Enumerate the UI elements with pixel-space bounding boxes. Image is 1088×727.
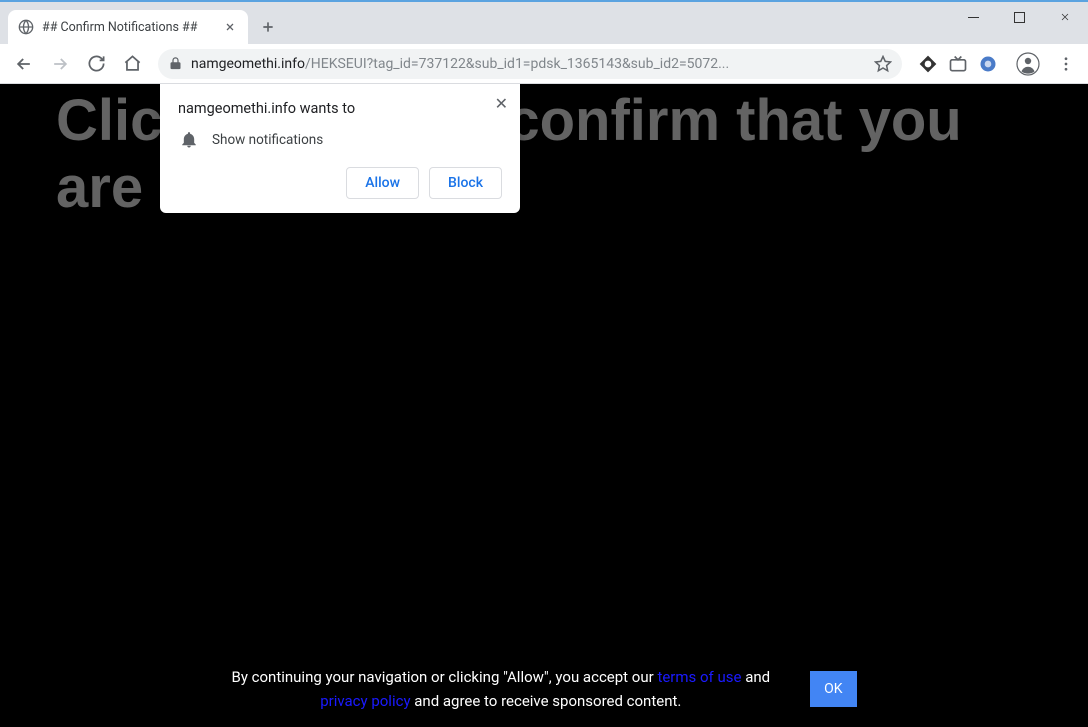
lock-icon [168,56,183,71]
extension-circle-icon[interactable] [978,54,998,74]
extension-icons [912,54,1004,74]
cookie-consent-bar: By continuing your navigation or clickin… [0,665,1088,713]
window-maximize-button[interactable] [996,2,1042,32]
profile-avatar-button[interactable] [1012,48,1044,80]
popup-title: namgeomethi.info wants to [178,100,502,117]
url-text: namgeomethi.info/HEKSEUI?tag_id=737122&s… [191,56,866,72]
tab-title: ## Confirm Notifications ## [42,20,214,35]
popup-close-icon[interactable]: ✕ [495,94,508,113]
kebab-menu-button[interactable] [1052,48,1080,80]
reload-button[interactable] [80,48,112,80]
new-tab-button[interactable] [254,13,282,41]
extension-diamond-icon[interactable] [918,54,938,74]
bell-icon [180,131,198,149]
notification-permission-popup: ✕ namgeomethi.info wants to Show notific… [160,84,520,213]
window-minimize-button[interactable] [950,2,996,32]
forward-button[interactable] [44,48,76,80]
address-bar[interactable]: namgeomethi.info/HEKSEUI?tag_id=737122&s… [158,49,902,79]
extension-tv-icon[interactable] [948,54,968,74]
terms-link[interactable]: terms of use [657,668,741,686]
ok-button[interactable]: OK [810,671,856,707]
tab-close-icon[interactable] [222,19,238,35]
browser-tab[interactable]: ## Confirm Notifications ## [8,10,248,44]
window-close-button[interactable] [1042,2,1088,32]
allow-button[interactable]: Allow [346,167,419,199]
page-content: Click "Allow" to confirm that you are no… [0,84,1088,727]
cookie-text: By continuing your navigation or clickin… [231,665,770,713]
popup-permission-label: Show notifications [212,132,323,148]
titlebar: ## Confirm Notifications ## [0,2,1088,44]
home-button[interactable] [116,48,148,80]
globe-icon [18,19,34,35]
privacy-link[interactable]: privacy policy [320,692,410,710]
bookmark-star-icon[interactable] [874,55,892,73]
browser-toolbar: namgeomethi.info/HEKSEUI?tag_id=737122&s… [0,44,1088,84]
back-button[interactable] [8,48,40,80]
block-button[interactable]: Block [429,167,502,199]
